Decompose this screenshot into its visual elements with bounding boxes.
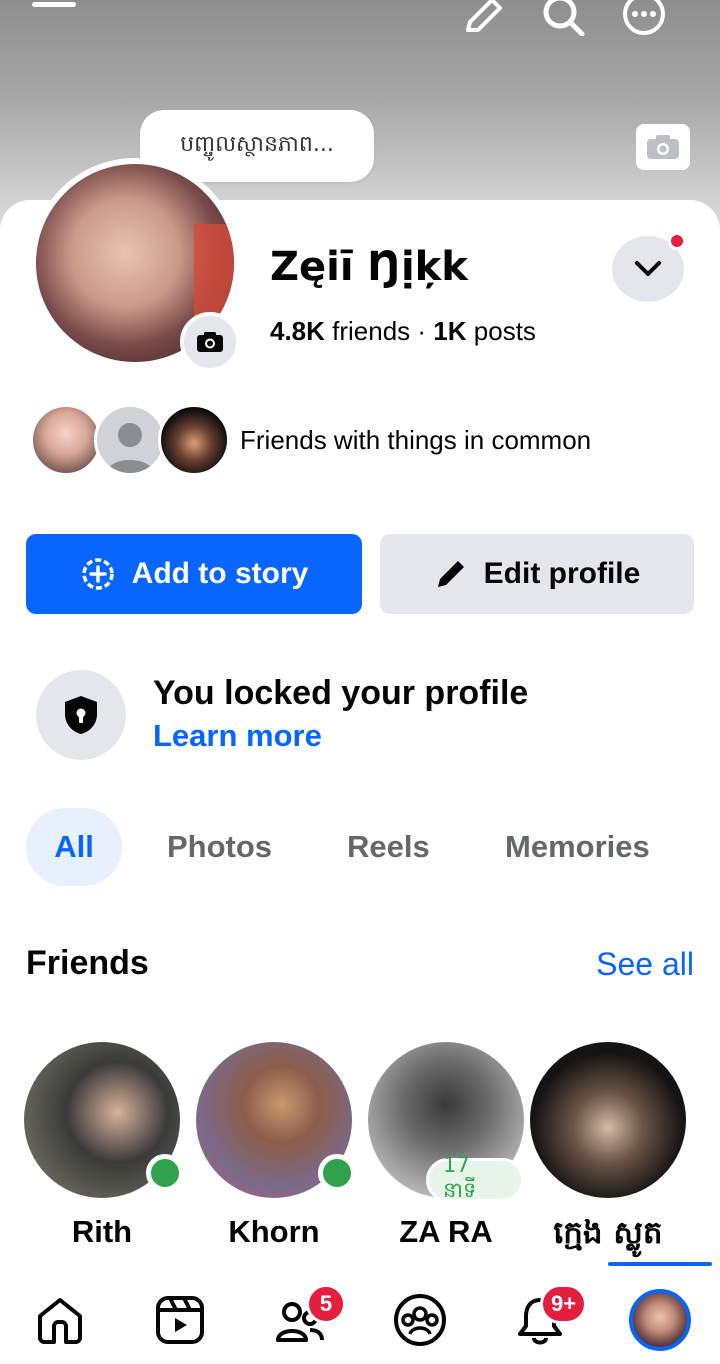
online-indicator (318, 1154, 356, 1192)
friend-avatar: 17 នាទី (368, 1042, 524, 1202)
friend-card[interactable]: Khorn (196, 1042, 356, 1250)
camera-icon (197, 332, 223, 352)
posts-label: posts (466, 316, 536, 346)
profile-stats: 4.8K friends · 1K posts (270, 316, 536, 347)
tab-video[interactable] (150, 1290, 210, 1350)
friend-name: Rith (71, 1214, 133, 1249)
locked-profile-badge (36, 670, 126, 760)
search-icon[interactable] (540, 0, 586, 37)
chevron-down-icon (635, 261, 661, 276)
status-input[interactable]: បញ្ចូលស្ថានភាព... (140, 110, 374, 182)
person-icon (106, 423, 154, 473)
last-active-badge: 17 នាទី (426, 1153, 524, 1202)
menu-icon[interactable] (30, 0, 78, 14)
mutual-avatar (30, 404, 102, 476)
friend-avatar (530, 1042, 686, 1198)
cover-camera-button[interactable] (636, 124, 690, 170)
groups-icon (394, 1294, 446, 1346)
mutual-avatar-placeholder (94, 404, 166, 476)
posts-count[interactable]: 1K (433, 316, 466, 346)
tab-groups[interactable] (390, 1290, 450, 1350)
friends-section-title: Friends (26, 944, 149, 982)
video-icon (156, 1296, 204, 1344)
tab-all[interactable]: All (26, 808, 122, 886)
friends-badge: 5 (306, 1284, 346, 1324)
edit-profile-button[interactable]: Edit profile (380, 534, 694, 614)
tab-profile[interactable] (628, 1288, 692, 1352)
active-tab-indicator (608, 1262, 712, 1266)
avatar-camera-button[interactable] (180, 312, 240, 372)
friend-card[interactable]: ក្មេង ស្លូត (530, 1042, 686, 1259)
add-to-story-label: Add to story (131, 557, 309, 590)
add-to-story-button[interactable]: Add to story (26, 534, 362, 614)
edit-pencil-icon[interactable] (462, 0, 504, 34)
mutual-friends-row[interactable]: Friends with things in common (30, 404, 591, 476)
friend-name: Khorn (228, 1214, 320, 1249)
locked-profile-title: You locked your profile (153, 674, 529, 712)
friend-name: ក្មេង ស្លូត (553, 1215, 663, 1251)
mutual-text: Friends with things in common (240, 424, 592, 455)
tab-memories[interactable]: Memories (505, 808, 650, 886)
add-story-icon (81, 558, 114, 590)
bottom-tab-bar (0, 1262, 720, 1364)
mutual-avatar (158, 404, 230, 476)
see-all-friends-link[interactable]: See all (596, 946, 694, 983)
profile-tab-avatar (629, 1289, 691, 1351)
friend-avatar (196, 1042, 356, 1198)
tab-reels[interactable]: Reels (347, 808, 430, 886)
notification-dot (668, 232, 686, 250)
tab-photos[interactable]: Photos (167, 808, 272, 886)
shield-lock-icon (65, 696, 97, 734)
learn-more-link[interactable]: Learn more (153, 718, 322, 754)
friend-name: ZA RA (399, 1214, 493, 1249)
camera-icon (647, 135, 679, 159)
friend-card[interactable]: Rith (24, 1042, 184, 1250)
more-options-icon[interactable] (620, 0, 668, 36)
notifications-badge: 9+ (540, 1284, 588, 1324)
home-icon (38, 1298, 82, 1344)
friends-label: friends · (324, 316, 434, 346)
profile-name: Zęiī Ŋịķk (270, 244, 468, 290)
friend-avatar (24, 1042, 184, 1198)
pencil-icon (437, 561, 464, 587)
friend-card[interactable]: 17 នាទី ZA RA (368, 1042, 524, 1250)
online-indicator (146, 1154, 184, 1192)
tab-home[interactable] (30, 1290, 90, 1350)
friends-count[interactable]: 4.8K (270, 316, 325, 346)
edit-profile-label: Edit profile (483, 557, 641, 590)
